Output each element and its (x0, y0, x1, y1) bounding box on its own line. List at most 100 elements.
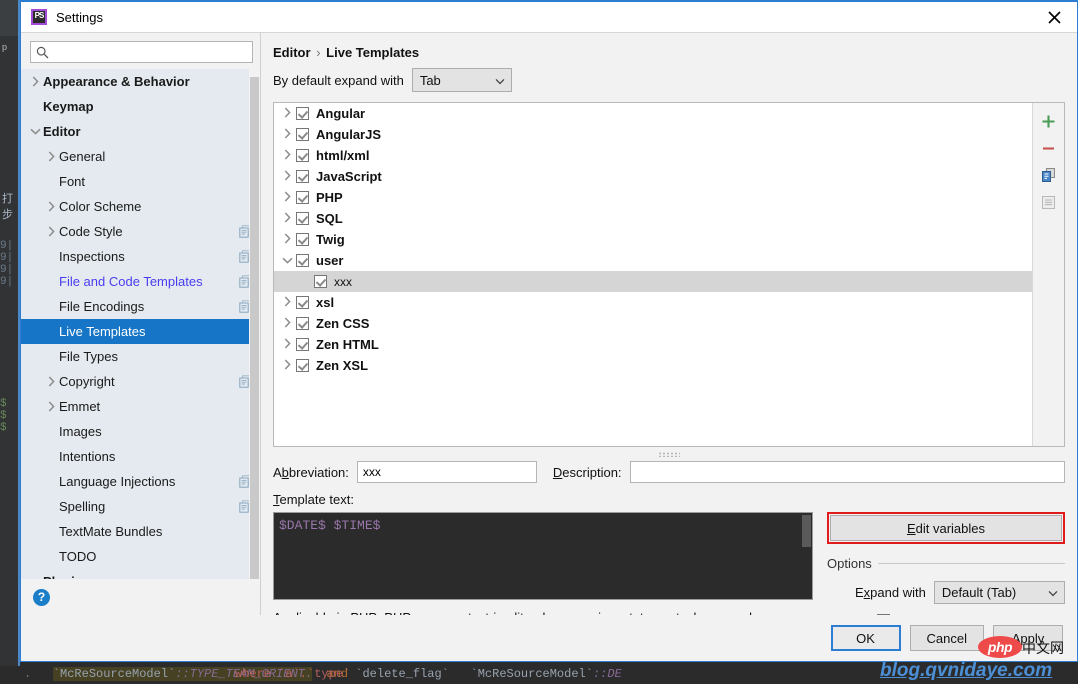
template-row[interactable]: xxx (274, 271, 1032, 292)
editor-scrollbar-thumb[interactable] (802, 515, 811, 547)
sidebar-item-color-scheme[interactable]: Color Scheme (21, 194, 260, 219)
sidebar-item-intentions[interactable]: Intentions (21, 444, 260, 469)
sidebar-item-file-types[interactable]: File Types (21, 344, 260, 369)
template-checkbox[interactable] (296, 296, 309, 309)
chevron-right-icon[interactable] (278, 128, 296, 142)
sidebar-item-images[interactable]: Images (21, 419, 260, 444)
live-templates-tree[interactable]: AngularAngularJShtml/xmlJavaScriptPHP SQL… (274, 103, 1032, 446)
chevron-right-icon[interactable] (43, 151, 59, 162)
sidebar-tree[interactable]: Appearance & BehaviorKeymapEditorGeneral… (21, 69, 260, 579)
chevron-right-icon[interactable] (43, 401, 59, 412)
sidebar-item-editor[interactable]: Editor (21, 119, 260, 144)
chevron-right-icon[interactable] (278, 107, 296, 121)
sidebar-item-plugins[interactable]: Plugins (21, 569, 260, 579)
template-text-value: $DATE$ $TIME$ (274, 513, 812, 533)
close-icon[interactable] (1031, 2, 1077, 32)
chevron-right-icon[interactable] (278, 170, 296, 184)
template-row[interactable]: SQL (274, 208, 1032, 229)
default-expand-value: Tab (420, 73, 441, 88)
expand-with-select[interactable]: Default (Tab) (934, 581, 1065, 604)
chevron-right-icon[interactable] (43, 201, 59, 212)
template-row[interactable]: xsl (274, 292, 1032, 313)
search-input[interactable] (53, 44, 247, 60)
template-text-editor[interactable]: $DATE$ $TIME$ (273, 512, 813, 600)
template-checkbox[interactable] (296, 149, 309, 162)
template-checkbox[interactable] (296, 254, 309, 267)
edit-variables-button[interactable]: Edit variables (830, 515, 1062, 541)
copy-settings-icon[interactable] (1039, 192, 1059, 212)
sidebar-item-textmate-bundles[interactable]: TextMate Bundles (21, 519, 260, 544)
abbreviation-row: Abbreviation: xxx Description: (273, 461, 1065, 492)
chevron-down-icon[interactable] (27, 128, 43, 135)
cancel-button[interactable]: Cancel (910, 625, 984, 651)
chevron-right-icon[interactable] (278, 359, 296, 373)
sidebar-item-language-injections[interactable]: Language Injections (21, 469, 260, 494)
chevron-right-icon[interactable] (278, 296, 296, 310)
chevron-right-icon[interactable] (278, 338, 296, 352)
template-name: Zen HTML (316, 337, 379, 352)
help-icon[interactable]: ? (33, 589, 50, 606)
template-row[interactable]: html/xml (274, 145, 1032, 166)
plus-icon[interactable] (1039, 111, 1059, 131)
sidebar-item-label: Intentions (59, 449, 252, 464)
sidebar-item-file-encodings[interactable]: File Encodings (21, 294, 260, 319)
breadcrumb-root[interactable]: Editor (273, 45, 311, 60)
sidebar-item-copyright[interactable]: Copyright (21, 369, 260, 394)
template-checkbox[interactable] (314, 275, 327, 288)
panel-splitter[interactable] (273, 447, 1065, 461)
template-checkbox[interactable] (296, 317, 309, 330)
splitter-grip-icon[interactable] (658, 452, 680, 457)
chevron-right-icon[interactable] (43, 226, 59, 237)
chevron-right-icon[interactable] (43, 376, 59, 387)
sidebar-scrollbar-thumb[interactable] (250, 77, 259, 579)
template-row[interactable]: Zen HTML (274, 334, 1032, 355)
sidebar-item-code-style[interactable]: Code Style (21, 219, 260, 244)
duplicate-icon[interactable] (1039, 165, 1059, 185)
template-checkbox[interactable] (296, 191, 309, 204)
sidebar-item-general[interactable]: General (21, 144, 260, 169)
sidebar-scrollbar[interactable] (249, 69, 260, 579)
template-checkbox[interactable] (296, 107, 309, 120)
chevron-down-icon[interactable] (278, 255, 296, 267)
template-name: SQL (316, 211, 343, 226)
editor-scrollbar[interactable] (800, 513, 812, 599)
template-row[interactable]: Twig (274, 229, 1032, 250)
search-box[interactable] (30, 41, 253, 63)
abbreviation-input[interactable]: xxx (357, 461, 537, 483)
template-row[interactable]: JavaScript (274, 166, 1032, 187)
template-checkbox[interactable] (296, 233, 309, 246)
sidebar-item-todo[interactable]: TODO (21, 544, 260, 569)
chevron-right-icon[interactable] (278, 191, 296, 205)
template-row[interactable]: AngularJS (274, 124, 1032, 145)
sidebar-item-spelling[interactable]: Spelling (21, 494, 260, 519)
sidebar-item-file-and-code-templates[interactable]: File and Code Templates (21, 269, 260, 294)
sidebar-item-label: File Encodings (59, 299, 239, 314)
sidebar-item-inspections[interactable]: Inspections (21, 244, 260, 269)
template-checkbox[interactable] (296, 359, 309, 372)
sidebar-item-emmet[interactable]: Emmet (21, 394, 260, 419)
default-expand-select[interactable]: Tab (412, 68, 512, 92)
chevron-right-icon[interactable] (27, 76, 43, 87)
template-row[interactable]: PHP (274, 187, 1032, 208)
template-row[interactable]: Zen CSS (274, 313, 1032, 334)
chevron-down-icon (495, 73, 505, 88)
sidebar-item-appearance-behavior[interactable]: Appearance & Behavior (21, 69, 260, 94)
description-input[interactable] (630, 461, 1065, 483)
template-row[interactable]: Angular (274, 103, 1032, 124)
ok-button[interactable]: OK (831, 625, 901, 651)
sidebar-item-font[interactable]: Font (21, 169, 260, 194)
sidebar-item-live-templates[interactable]: Live Templates (21, 319, 260, 344)
template-checkbox[interactable] (296, 212, 309, 225)
chevron-right-icon[interactable] (278, 233, 296, 247)
template-checkbox[interactable] (296, 170, 309, 183)
template-checkbox[interactable] (296, 128, 309, 141)
minus-icon[interactable] (1039, 138, 1059, 158)
expand-with-label: Expand with (855, 585, 926, 600)
template-checkbox[interactable] (296, 338, 309, 351)
template-row[interactable]: Zen XSL (274, 355, 1032, 376)
sidebar-item-keymap[interactable]: Keymap (21, 94, 260, 119)
template-row[interactable]: user (274, 250, 1032, 271)
chevron-right-icon[interactable] (278, 212, 296, 226)
chevron-right-icon[interactable] (278, 317, 296, 331)
chevron-right-icon[interactable] (278, 149, 296, 163)
